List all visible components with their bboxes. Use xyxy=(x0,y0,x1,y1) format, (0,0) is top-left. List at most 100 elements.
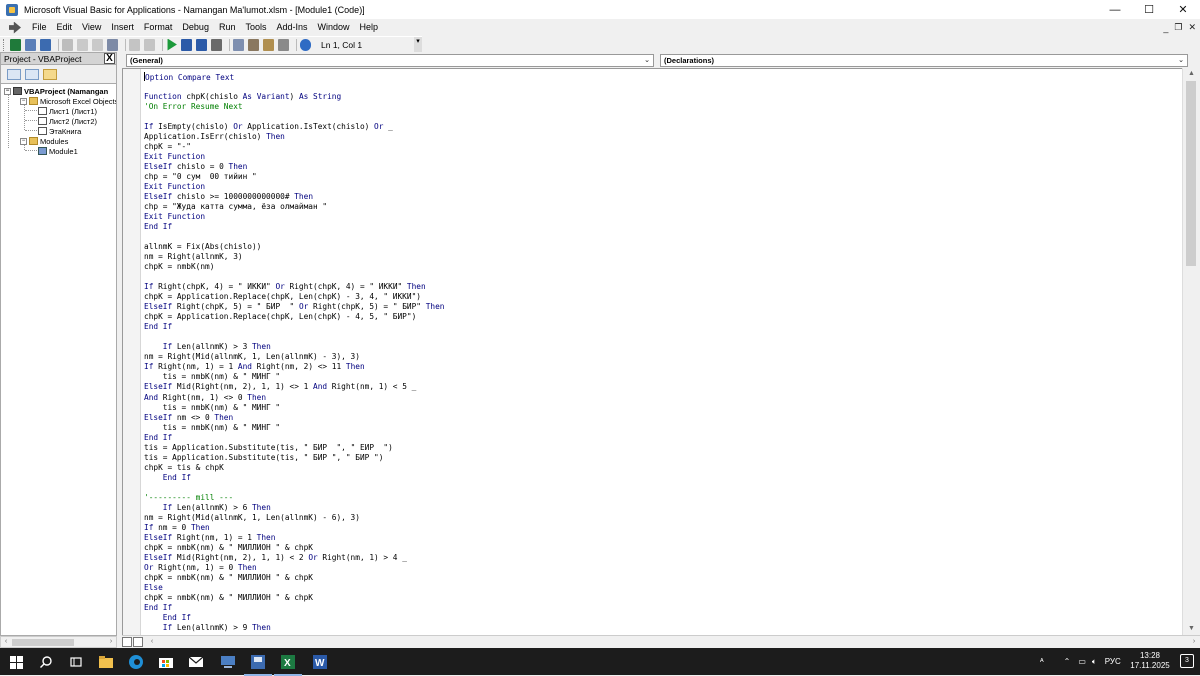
code-line[interactable]: allnmK = Fix(Abs(chislo)) xyxy=(144,242,444,252)
menu-insert[interactable]: Insert xyxy=(106,19,139,36)
menu-view[interactable]: View xyxy=(77,19,106,36)
view-object-icon[interactable] xyxy=(25,68,39,80)
paste-icon[interactable] xyxy=(91,38,103,51)
chevron-down-icon[interactable]: ⌄ xyxy=(642,55,652,66)
code-line[interactable] xyxy=(144,272,444,282)
scroll-left-icon[interactable]: ‹ xyxy=(147,636,157,648)
menu-window[interactable]: Window xyxy=(313,19,355,36)
code-line[interactable]: ElseIf Mid(Right(nm, 2), 1, 1) < 2 Or Ri… xyxy=(144,553,444,563)
scroll-thumb[interactable] xyxy=(12,639,74,646)
code-vertical-scrollbar[interactable]: ▲ ▼ xyxy=(1182,68,1200,635)
word-taskbar-icon[interactable]: W xyxy=(310,652,330,672)
file-explorer-icon[interactable] xyxy=(96,652,116,672)
tree-node-sheet1[interactable]: Лист1 (Лист1) xyxy=(38,106,97,116)
volume-icon[interactable]: 🔈︎ xyxy=(1092,657,1097,667)
break-icon[interactable] xyxy=(180,38,192,51)
code-line[interactable]: Exit Function xyxy=(144,152,444,162)
code-line[interactable]: If IsEmpty(chislo) Or Application.IsText… xyxy=(144,122,444,132)
procedure-view-icon[interactable] xyxy=(122,637,132,647)
code-line[interactable]: tis = nmbK(nm) & " МИНГ " xyxy=(144,372,444,382)
code-line[interactable]: chpK = nmbK(nm) & " МИЛЛИОН " & chpK xyxy=(144,593,444,603)
tree-node-excel-objects[interactable]: − Microsoft Excel Objects xyxy=(20,96,116,106)
object-dropdown[interactable]: (General) ⌄ xyxy=(126,54,654,67)
chevron-down-icon[interactable]: ⌄ xyxy=(1176,55,1186,66)
code-line[interactable]: ElseIf nm <> 0 Then xyxy=(144,413,444,423)
code-horizontal-scrollbar[interactable]: ‹ › xyxy=(122,635,1200,648)
design-mode-icon[interactable] xyxy=(210,38,223,51)
code-line[interactable] xyxy=(144,232,444,242)
tree-node-thisworkbook[interactable]: ЭтаКнига xyxy=(38,126,81,136)
excel-view-icon[interactable] xyxy=(9,21,21,34)
toolbar-grip[interactable] xyxy=(3,38,6,51)
view-excel-icon[interactable] xyxy=(9,38,21,51)
full-module-view-icon[interactable] xyxy=(133,637,143,647)
indicator-margin[interactable] xyxy=(123,69,141,635)
menu-help[interactable]: Help xyxy=(355,19,384,36)
minimize-button[interactable]: — xyxy=(1098,0,1132,19)
people-icon[interactable]: ᴬ xyxy=(1040,657,1044,666)
menu-debug[interactable]: Debug xyxy=(177,19,214,36)
store-icon[interactable] xyxy=(156,652,176,672)
code-line[interactable]: Else xyxy=(144,583,444,593)
code-line[interactable]: nm = Right(allnmK, 3) xyxy=(144,252,444,262)
code-line[interactable]: If Len(allnmK) > 9 Then xyxy=(144,623,444,633)
menu-run[interactable]: Run xyxy=(214,19,241,36)
task-view-icon[interactable] xyxy=(66,652,86,672)
scroll-right-icon[interactable]: › xyxy=(106,637,116,647)
tree-node-sheet2[interactable]: Лист2 (Лист2) xyxy=(38,116,97,126)
code-line[interactable]: ElseIf Right(chpK, 5) = " БИР " Or Right… xyxy=(144,302,444,312)
code-editor[interactable]: Option Compare Text Function chpK(chislo … xyxy=(122,68,1182,635)
code-line[interactable]: And Right(nm, 1) <> 0 Then xyxy=(144,393,444,403)
notifications-icon[interactable]: 3 xyxy=(1180,654,1194,668)
code-line[interactable]: End If xyxy=(144,322,444,332)
mdi-close-button[interactable]: ✕ xyxy=(1188,22,1196,33)
redo-icon[interactable] xyxy=(143,38,155,51)
code-line[interactable] xyxy=(144,483,444,493)
tree-node-module1[interactable]: Module1 xyxy=(38,146,78,156)
code-line[interactable]: Or Right(nm, 1) = 0 Then xyxy=(144,563,444,573)
menu-edit[interactable]: Edit xyxy=(52,19,78,36)
system-clock[interactable]: 13:28 17.11.2025 xyxy=(1126,651,1174,671)
mail-icon[interactable] xyxy=(186,652,206,672)
code-line[interactable]: Function chpK(chislo As Variant) As Stri… xyxy=(144,92,444,102)
collapse-icon[interactable]: − xyxy=(20,97,27,105)
code-line[interactable]: nm = Right(Mid(allnmK, 1, Len(allnmK) - … xyxy=(144,352,444,362)
scroll-right-icon[interactable]: › xyxy=(1188,636,1200,648)
code-line[interactable]: If Len(allnmK) > 3 Then xyxy=(144,342,444,352)
code-line[interactable]: 'On Error Resume Next xyxy=(144,102,444,112)
code-line[interactable]: End If xyxy=(144,433,444,443)
code-line[interactable]: tis = nmbK(nm) & " МИНГ " xyxy=(144,423,444,433)
undo-icon[interactable] xyxy=(128,38,140,51)
excel-taskbar-icon[interactable]: X xyxy=(274,652,302,676)
scroll-down-icon[interactable]: ▼ xyxy=(1183,623,1200,635)
code-line[interactable]: chpK = nmbK(nm) & " МИЛЛИОН " & chpK xyxy=(144,573,444,583)
toolbox-icon[interactable] xyxy=(278,38,290,51)
chevron-up-icon[interactable]: ⌃ xyxy=(1064,657,1071,666)
project-horizontal-scrollbar[interactable]: ‹ › xyxy=(0,636,117,648)
collapse-icon[interactable]: − xyxy=(20,137,27,145)
mdi-restore-button[interactable]: ❐ xyxy=(1174,22,1182,33)
code-line[interactable]: Exit Function xyxy=(144,182,444,192)
code-line[interactable]: '--------- mill --- xyxy=(144,493,444,503)
maximize-button[interactable]: ☐ xyxy=(1132,0,1166,19)
insert-module-icon[interactable] xyxy=(24,38,36,51)
edge-browser-icon[interactable] xyxy=(126,652,146,672)
cut-icon[interactable] xyxy=(61,38,73,51)
project-explorer-icon[interactable] xyxy=(232,38,244,51)
scroll-left-icon[interactable]: ‹ xyxy=(1,637,11,647)
scroll-thumb[interactable] xyxy=(1186,81,1196,266)
search-icon[interactable] xyxy=(36,652,56,672)
code-line[interactable]: chpK = Application.Replace(chpK, Len(chp… xyxy=(144,292,444,302)
menu-file[interactable]: File xyxy=(27,19,52,36)
code-line[interactable]: chpK = Application.Replace(chpK, Len(chp… xyxy=(144,312,444,322)
start-button[interactable] xyxy=(6,652,26,672)
code-line[interactable]: ElseIf chislo >= 1000000000000# Then xyxy=(144,192,444,202)
menu-format[interactable]: Format xyxy=(139,19,178,36)
toggle-folders-icon[interactable] xyxy=(43,68,57,80)
procedure-dropdown[interactable]: (Declarations) ⌄ xyxy=(660,54,1188,67)
save-icon[interactable] xyxy=(39,38,51,51)
code-line[interactable]: If nm = 0 Then xyxy=(144,523,444,533)
menu-add-ins[interactable]: Add-Ins xyxy=(271,19,312,36)
code-line[interactable]: ElseIf chislo = 0 Then xyxy=(144,162,444,172)
code-line[interactable]: Application.IsErr(chislo) Then xyxy=(144,132,444,142)
